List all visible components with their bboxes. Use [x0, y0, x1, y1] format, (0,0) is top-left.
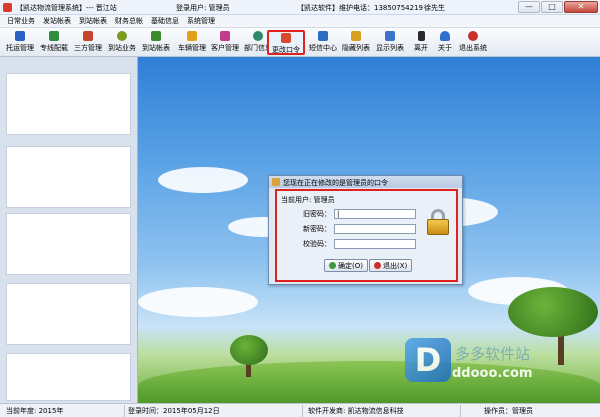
dialog-body: 当前用户: 管理员 旧密码： | 新密码： 校验码： 确定(O) 退出(X) — [275, 189, 458, 282]
new-password-label: 新密码： — [303, 224, 331, 233]
menu-basic-info[interactable]: 基础信息 — [151, 15, 179, 27]
toolbar-arrival-button[interactable]: 到站业务 — [106, 30, 138, 55]
sms-icon — [318, 31, 328, 41]
status-separator — [124, 405, 125, 417]
lock-icon — [427, 209, 449, 235]
status-bar: 当前年度: 2015年 登录时间：2015年05月12日 软件开发商: 凯达物流… — [0, 403, 600, 417]
panel-card-3 — [6, 213, 131, 275]
panel-card-5 — [6, 353, 131, 401]
department-icon — [253, 31, 263, 41]
new-password-row: 新密码： — [299, 223, 416, 234]
panel-card-1 — [6, 73, 131, 135]
report-icon — [151, 31, 161, 41]
password-icon — [281, 33, 291, 43]
menu-system[interactable]: 系统管理 — [187, 15, 215, 27]
confirm-code-row: 校验码： — [299, 238, 416, 249]
toolbar-consign-button[interactable]: 托运管理 — [4, 30, 36, 55]
new-password-input[interactable] — [334, 223, 416, 234]
watermark-text: 多多软件站 — [455, 345, 531, 363]
confirm-code-label: 校验码： — [303, 239, 331, 248]
shutdown-icon — [468, 31, 478, 41]
status-separator — [302, 405, 303, 417]
route-icon — [49, 31, 59, 41]
menu-arrival-ledger[interactable]: 到站帐表 — [79, 15, 107, 27]
toolbar-partner-button[interactable]: 三方管理 — [72, 30, 104, 55]
status-operator: 操作员：管理员 — [484, 407, 533, 415]
truck-icon — [187, 31, 197, 41]
watermark-url: ddooo.com — [452, 366, 533, 381]
cloud-shape — [138, 287, 258, 317]
toolbar-route-button[interactable]: 专线配载 — [38, 30, 70, 55]
toolbar-sms-button[interactable]: 短信中心 — [307, 30, 339, 55]
old-password-label: 旧密码： — [303, 209, 331, 218]
hide-icon — [351, 31, 361, 41]
minimize-button[interactable]: — — [518, 1, 540, 13]
partner-icon — [83, 31, 93, 41]
dialog-title-bar[interactable]: 您现在正在修改的是管理员的口令 — [269, 176, 462, 188]
exit-icon — [374, 262, 381, 269]
menu-daily-business[interactable]: 日常业务 — [7, 15, 35, 27]
customer-icon — [220, 31, 230, 41]
left-panel — [0, 57, 138, 403]
menu-finance[interactable]: 财务总帐 — [115, 15, 143, 27]
cloud-shape — [158, 167, 248, 193]
status-developer: 软件开发商: 凯达物流信息科技 — [308, 407, 404, 415]
old-password-input[interactable]: | — [334, 208, 416, 219]
exit-button[interactable]: 退出(X) — [369, 259, 413, 272]
toolbar-show-list-button[interactable]: 显示列表 — [374, 30, 406, 55]
arrival-icon — [117, 31, 127, 41]
watermark-logo: D — [405, 338, 451, 382]
toolbar-about-button[interactable]: 关于 — [434, 30, 456, 55]
toolbar-change-password-button[interactable]: 更改口令 — [267, 30, 305, 55]
window-title: 【凯达物流管理系统】--- 晋江站 — [16, 4, 117, 12]
maximize-button[interactable]: □ — [541, 1, 563, 13]
about-icon — [440, 31, 450, 41]
contact-name: 徐先生 — [424, 4, 445, 12]
check-icon — [329, 262, 336, 269]
status-year: 当前年度: 2015年 — [6, 407, 64, 415]
app-logo-icon — [3, 3, 12, 12]
toolbar-report-button[interactable]: 到站帐表 — [140, 30, 172, 55]
dialog-title: 您现在正在修改的是管理员的口令 — [283, 179, 388, 187]
tree-shape — [508, 287, 598, 337]
status-login-date: 登录时间：2015年05月12日 — [128, 407, 220, 415]
confirm-button[interactable]: 确定(O) — [324, 259, 368, 272]
toolbar: 托运管理 专线配载 三方管理 到站业务 到站帐表 车辆管理 客户管理 部门信息 … — [0, 27, 600, 57]
key-icon — [272, 178, 280, 186]
toolbar-truck-button[interactable]: 车辆管理 — [176, 30, 208, 55]
consign-icon — [15, 31, 25, 41]
title-bar: 【凯达物流管理系统】--- 晋江站 登录用户: 管理员 【凯达软件】维护电话：1… — [0, 0, 600, 15]
exit-run-icon — [417, 31, 425, 41]
panel-card-2 — [6, 146, 131, 208]
toolbar-exit-system-button[interactable]: 退出系统 — [457, 30, 489, 55]
old-password-row: 旧密码： | — [299, 208, 416, 219]
panel-card-4 — [6, 283, 131, 345]
menu-dispatch-ledger[interactable]: 发站帐表 — [43, 15, 71, 27]
menu-bar: 日常业务 发站帐表 到站帐表 财务总帐 基础信息 系统管理 — [0, 15, 600, 27]
tree-shape — [230, 335, 268, 365]
login-user: 登录用户: 管理员 — [176, 4, 230, 12]
vendor-info: 【凯达软件】维护电话：13850754219 — [297, 4, 423, 12]
confirm-code-input[interactable] — [334, 238, 416, 249]
status-separator — [460, 405, 461, 417]
current-user-label: 当前用户: 管理员 — [281, 196, 335, 204]
change-password-dialog: 您现在正在修改的是管理员的口令 当前用户: 管理员 旧密码： | 新密码： 校验… — [268, 175, 463, 285]
close-button[interactable]: ✕ — [564, 1, 598, 13]
show-icon — [385, 31, 395, 41]
toolbar-customer-button[interactable]: 客户管理 — [209, 30, 241, 55]
toolbar-hide-list-button[interactable]: 隐藏列表 — [340, 30, 372, 55]
toolbar-leave-button[interactable]: 离开 — [410, 30, 432, 55]
